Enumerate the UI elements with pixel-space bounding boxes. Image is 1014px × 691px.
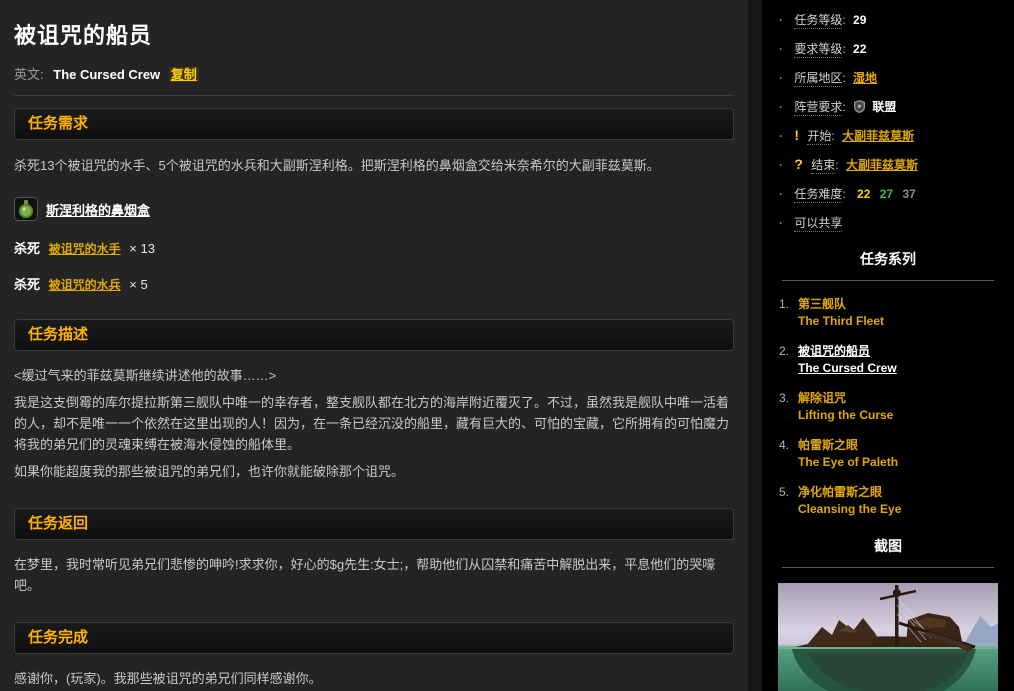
fact-quest-end: · ? 结束: 大副菲兹莫斯 — [762, 156, 1014, 173]
screenshots-divider — [782, 567, 994, 568]
start-npc-link[interactable]: 大副菲兹莫斯 — [842, 129, 914, 143]
bullet-icon: · — [779, 129, 783, 143]
difficulty-gray: 37 — [902, 187, 915, 201]
series-divider — [782, 280, 994, 281]
fact-quest-level: · 任务等级: 29 — [762, 11, 1014, 28]
series-title: 任务系列 — [762, 249, 1014, 269]
quest-item-link[interactable]: 斯涅利格的鼻烟盒 — [46, 200, 150, 219]
series-link-en[interactable]: Lifting the Curse — [798, 407, 893, 424]
objectives-summary: 杀死13个被诅咒的水手、5个被诅咒的水兵和大副斯涅利格。把斯涅利格的鼻烟盒交给米… — [14, 155, 734, 176]
fact-quest-start: · ! 开始: 大副菲兹莫斯 — [762, 127, 1014, 144]
kill-count: × 5 — [129, 277, 147, 292]
kill-verb: 杀死 — [14, 241, 40, 256]
bullet-icon: · — [779, 216, 783, 230]
difficulty-yellow: 22 — [857, 187, 870, 201]
progress-header: 任务返回 — [14, 508, 734, 540]
fact-difficulty: · 任务难度: 22 27 37 — [762, 185, 1014, 202]
series-link-en[interactable]: Cleansing the Eye — [798, 501, 901, 518]
kill-count: × 13 — [129, 241, 155, 256]
screenshots-title: 截图 — [762, 536, 1014, 556]
alliance-shield-icon — [854, 100, 865, 113]
faction-name: 联盟 — [872, 100, 896, 114]
series-link-cn[interactable]: 被诅咒的船员 — [798, 343, 897, 360]
series-link-en[interactable]: The Eye of Paleth — [798, 454, 898, 471]
progress-text: 在梦里，我时常听见弟兄们悲惨的呻吟!求求你，好心的$g先生:女士;，帮助他们从囚… — [14, 554, 734, 596]
fact-zone: · 所属地区: 湿地 — [762, 69, 1014, 86]
bullet-icon: · — [779, 13, 783, 27]
description-paragraph: 如果你能超度我的那些被诅咒的弟兄们，也许你就能破除那个诅咒。 — [14, 461, 734, 482]
series-item-3: 3. 解除诅咒 Lifting the Curse — [779, 390, 1014, 424]
section-completion: 任务完成 感谢你，(玩家)。我那些被诅咒的弟兄们同样感谢你。 — [14, 622, 734, 689]
series-link-cn[interactable]: 帕雷斯之眼 — [798, 437, 898, 454]
english-name-row: 英文: The Cursed Crew 复制 — [14, 64, 734, 83]
difficulty-green: 27 — [880, 187, 893, 201]
section-description: 任务描述 <缓过气来的菲兹莫斯继续讲述他的故事……> 我是这支倒霉的库尔提拉斯第… — [14, 319, 734, 482]
mob-link-marine[interactable]: 被诅咒的水兵 — [49, 278, 121, 292]
quest-main-panel: 被诅咒的船员 英文: The Cursed Crew 复制 任务需求 杀死13个… — [0, 0, 748, 691]
series-link-en[interactable]: The Third Fleet — [798, 313, 884, 330]
objectives-header: 任务需求 — [14, 108, 734, 140]
copy-button[interactable]: 复制 — [169, 67, 199, 82]
description-paragraph: 我是这支倒霉的库尔提拉斯第三舰队中唯一的幸存者，整支舰队都在北方的海岸附近覆灭了… — [14, 392, 734, 455]
section-progress: 任务返回 在梦里，我时常听见弟兄们悲惨的呻吟!求求你，好心的$g先生:女士;，帮… — [14, 508, 734, 596]
english-name: The Cursed Crew — [53, 67, 160, 82]
series-link-cn[interactable]: 净化帕雷斯之眼 — [798, 484, 901, 501]
completion-header: 任务完成 — [14, 622, 734, 654]
bullet-icon: · — [779, 71, 783, 85]
series-item-4: 4. 帕雷斯之眼 The Eye of Paleth — [779, 437, 1014, 471]
screenshot-thumbnail[interactable]: 六零数据库 60WDB — [778, 583, 998, 691]
mob-link-sailor[interactable]: 被诅咒的水手 — [49, 242, 121, 256]
page-title: 被诅咒的船员 — [14, 18, 734, 50]
bullet-icon: · — [779, 100, 783, 114]
quest-facts-sidebar: · 任务等级: 29 · 要求等级: 22 · 所属地区: 湿地 · 阵营要求:… — [762, 0, 1014, 691]
bullet-icon: · — [779, 158, 783, 172]
english-label: 英文: — [14, 67, 44, 82]
fact-sharable: · 可以共享 — [762, 214, 1014, 231]
series-link-cn[interactable]: 解除诅咒 — [798, 390, 893, 407]
kill-verb: 杀死 — [14, 277, 40, 292]
quest-item-row: 斯涅利格的鼻烟盒 — [14, 197, 734, 221]
kill-objective-row: 杀死 被诅咒的水兵 × 5 — [14, 274, 734, 293]
completion-text: 感谢你，(玩家)。我那些被诅咒的弟兄们同样感谢你。 — [14, 668, 734, 689]
description-header: 任务描述 — [14, 319, 734, 351]
zone-link[interactable]: 湿地 — [853, 71, 877, 85]
kill-objective-row: 杀死 被诅咒的水手 × 13 — [14, 238, 734, 257]
series-item-2-current: 2. 被诅咒的船员 The Cursed Crew — [779, 343, 1014, 377]
shipwreck-screenshot-image: 六零数据库 60WDB — [778, 583, 998, 691]
series-item-5: 5. 净化帕雷斯之眼 Cleansing the Eye — [779, 484, 1014, 518]
bullet-icon: · — [779, 187, 783, 201]
series-link-cn[interactable]: 第三舰队 — [798, 296, 884, 313]
end-npc-link[interactable]: 大副菲兹莫斯 — [846, 158, 918, 172]
snuffbox-item-icon[interactable] — [14, 197, 38, 221]
quest-series-list: 1. 第三舰队 The Third Fleet 2. 被诅咒的船员 The Cu… — [762, 296, 1014, 518]
bullet-icon: · — [779, 42, 783, 56]
series-item-1: 1. 第三舰队 The Third Fleet — [779, 296, 1014, 330]
section-objectives: 任务需求 杀死13个被诅咒的水手、5个被诅咒的水兵和大副斯涅利格。把斯涅利格的鼻… — [14, 108, 734, 293]
title-divider — [14, 95, 734, 96]
fact-required-level: · 要求等级: 22 — [762, 40, 1014, 57]
quest-end-question-icon: ? — [794, 156, 803, 172]
fact-faction: · 阵营要求: 联盟 — [762, 98, 1014, 115]
series-link-en[interactable]: The Cursed Crew — [798, 360, 897, 377]
quest-start-exclamation-icon: ! — [794, 127, 799, 143]
description-paragraph: <缓过气来的菲兹莫斯继续讲述他的故事……> — [14, 365, 734, 386]
